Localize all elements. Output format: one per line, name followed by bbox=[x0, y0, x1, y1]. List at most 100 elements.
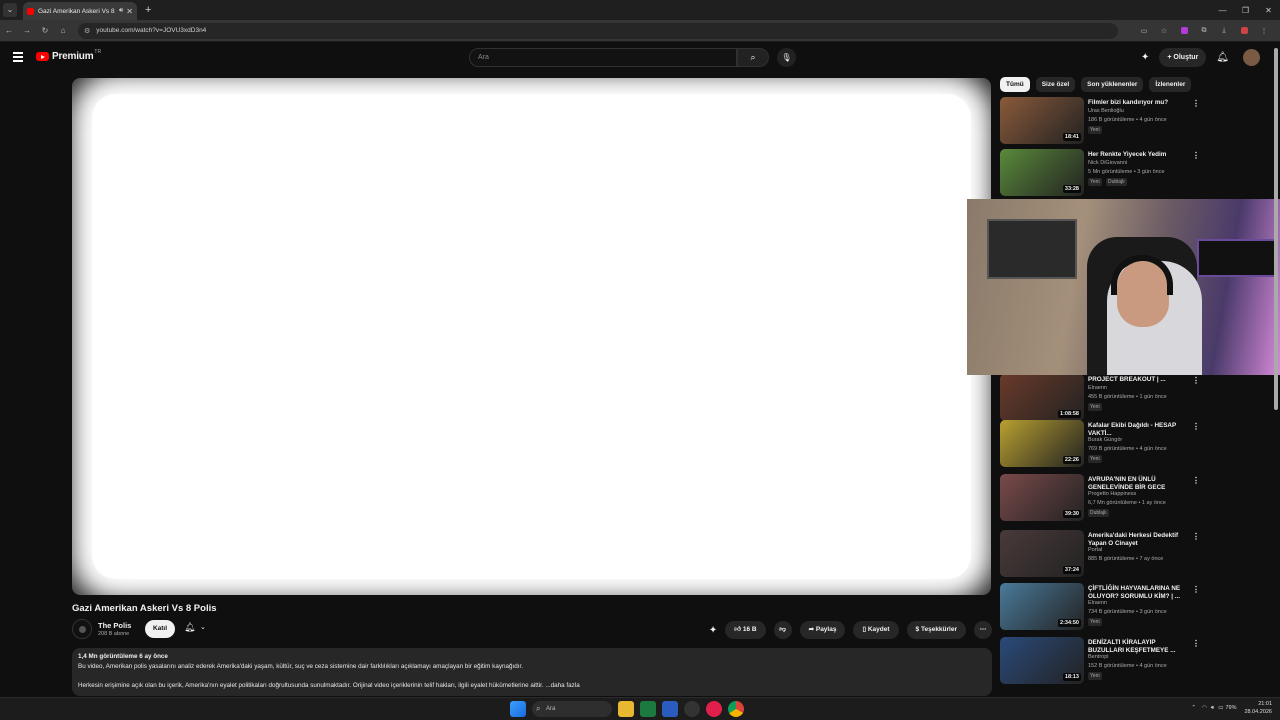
recommended-video[interactable]: 33:28 Her Renkte Yiyecek Yedim Nick DiGi… bbox=[1000, 149, 1200, 199]
cast-icon[interactable]: ▭ bbox=[1134, 27, 1154, 35]
channel-name[interactable]: Elraenn bbox=[1088, 385, 1107, 391]
more-options-icon[interactable]: ⋮ bbox=[1192, 476, 1200, 485]
channel-name[interactable]: Elraenn bbox=[1088, 600, 1107, 606]
video-title[interactable]: ÇİFTLİĞİN HAYVANLARINA NE OLUYOR? SORUML… bbox=[1088, 585, 1188, 601]
chip-watched[interactable]: İzlenenler bbox=[1149, 77, 1192, 92]
like-button[interactable]: 👍︎ 16 B bbox=[725, 621, 766, 639]
recommended-video[interactable]: 1:08:58 PROJECT BREAKOUT | ... Elraenn 4… bbox=[1000, 374, 1200, 424]
download-icon[interactable]: ⤓ bbox=[1214, 27, 1234, 35]
more-options-icon[interactable]: ⋮ bbox=[1192, 99, 1200, 108]
video-title[interactable]: Filmler bizi kandırıyor mu? bbox=[1088, 99, 1188, 107]
profile-icon[interactable] bbox=[1234, 26, 1254, 36]
close-tab-icon[interactable]: ✕ bbox=[126, 7, 133, 16]
recommended-video[interactable]: 22:26 Kafalar Ekibi Dağıldı - HESAP VAKT… bbox=[1000, 420, 1200, 470]
clock[interactable]: 21:01 28.04.2026 bbox=[1244, 700, 1272, 716]
chevron-down-icon[interactable]: ⌄ bbox=[200, 623, 206, 631]
youtube-premium-logo[interactable]: Premium TR bbox=[36, 49, 101, 62]
video-thumbnail[interactable]: 2:34:50 bbox=[1000, 583, 1084, 630]
wifi-icon[interactable]: ◠ bbox=[1202, 705, 1207, 711]
join-button[interactable]: Katıl bbox=[145, 620, 175, 638]
browser-tab[interactable]: Gazi Amerikan Askeri Vs 8 🔊︎ ✕ bbox=[23, 2, 137, 20]
menu-kebab-icon[interactable]: ⋮ bbox=[1254, 27, 1274, 35]
battery-icon[interactable]: ▭ bbox=[1218, 705, 1223, 711]
hamburger-menu-icon[interactable] bbox=[13, 52, 23, 64]
more-options-icon[interactable]: ⋮ bbox=[1192, 639, 1200, 648]
home-icon[interactable]: ⌂ bbox=[54, 26, 72, 35]
dislike-button[interactable]: 👎︎ bbox=[773, 621, 792, 639]
video-thumbnail[interactable]: 18:13 bbox=[1000, 637, 1084, 684]
video-thumbnail[interactable]: 37:24 bbox=[1000, 530, 1084, 577]
recommended-video[interactable]: 37:24 Amerika'daki Herkesi Dedektif Yapa… bbox=[1000, 530, 1200, 580]
create-button[interactable]: + Oluştur bbox=[1159, 48, 1207, 67]
channel-name[interactable]: Burak Güngör bbox=[1088, 437, 1122, 443]
video-thumbnail[interactable]: 1:08:58 bbox=[1000, 374, 1084, 421]
video-thumbnail[interactable]: 33:28 bbox=[1000, 149, 1084, 196]
recommended-video[interactable]: 39:30 AVRUPA'NIN EN ÜNLÜ GENELEVİNDE BİR… bbox=[1000, 474, 1200, 524]
account-avatar[interactable] bbox=[1243, 49, 1260, 66]
share-button[interactable]: ➦ Paylaş bbox=[799, 621, 846, 639]
gemini-sparkle-icon[interactable]: ✦ bbox=[1141, 52, 1149, 63]
video-thumbnail[interactable]: 18:41 bbox=[1000, 97, 1084, 144]
video-title[interactable]: Amerika'daki Herkesi Dedektif Yapan O Ci… bbox=[1088, 532, 1188, 548]
minimize-icon[interactable]: — bbox=[1211, 6, 1234, 15]
video-title[interactable]: AVRUPA'NIN EN ÜNLÜ GENELEVİNDE BİR GECE bbox=[1088, 476, 1188, 492]
video-title[interactable]: PROJECT BREAKOUT | ... bbox=[1088, 376, 1188, 384]
site-info-icon[interactable]: ⚙ bbox=[84, 27, 90, 35]
thanks-button[interactable]: $ Teşekkürler bbox=[906, 621, 966, 639]
recommended-video[interactable]: 2:34:50 ÇİFTLİĞİN HAYVANLARINA NE OLUYOR… bbox=[1000, 583, 1200, 633]
volume-icon[interactable]: 🔊︎ bbox=[1211, 705, 1214, 712]
bookmark-star-icon[interactable]: ☆ bbox=[1154, 27, 1174, 35]
tray-chevron-icon[interactable]: ⌃ bbox=[1191, 705, 1196, 711]
maximize-icon[interactable]: ❐ bbox=[1234, 6, 1257, 15]
subscription-bell-icon[interactable]: 🔔︎ bbox=[184, 622, 195, 633]
chip-recent[interactable]: Son yüklenenler bbox=[1081, 77, 1144, 92]
windows-start-icon[interactable] bbox=[510, 701, 526, 717]
voice-search-icon[interactable]: 🎙︎ bbox=[777, 48, 796, 67]
save-button[interactable]: ▯ Kaydet bbox=[853, 621, 899, 639]
more-options-icon[interactable]: ⋮ bbox=[1192, 376, 1200, 385]
chip-all[interactable]: Tümü bbox=[1000, 77, 1030, 92]
more-options-icon[interactable]: ⋮ bbox=[1192, 585, 1200, 594]
video-title[interactable]: Kafalar Ekibi Dağıldı - HESAP VAKTİ... bbox=[1088, 422, 1188, 438]
video-thumbnail[interactable]: 22:26 bbox=[1000, 420, 1084, 467]
channel-name[interactable]: Progetto Happiness bbox=[1088, 491, 1136, 497]
channel-avatar[interactable] bbox=[72, 619, 92, 639]
video-title[interactable]: DENİZALTI KİRALAYIP BUZULLARI KEŞFETMEYE… bbox=[1088, 639, 1188, 655]
channel-name[interactable]: Nick DiGiovanni bbox=[1088, 160, 1127, 166]
more-options-icon[interactable]: ⋮ bbox=[1192, 532, 1200, 541]
tab-search-icon[interactable]: ⌄ bbox=[3, 3, 17, 17]
extensions-puzzle-icon[interactable]: ⧉ bbox=[1194, 27, 1214, 35]
reload-icon[interactable]: ↻ bbox=[36, 26, 54, 35]
url-field[interactable]: ⚙ youtube.com/watch?v=JOVU3xdD3n4 bbox=[78, 22, 1118, 39]
forward-icon[interactable]: → bbox=[18, 26, 36, 35]
channel-name[interactable]: The Polis bbox=[98, 621, 131, 630]
search-button[interactable]: ⌕ bbox=[737, 48, 769, 67]
recommended-video[interactable]: 18:13 DENİZALTI KİRALAYIP BUZULLARI KEŞF… bbox=[1000, 637, 1200, 687]
new-tab-button[interactable]: + bbox=[145, 4, 151, 16]
excel-icon[interactable] bbox=[640, 701, 656, 717]
obs-icon[interactable] bbox=[684, 701, 700, 717]
channel-name[interactable]: Bentropi bbox=[1088, 654, 1109, 660]
video-thumbnail[interactable]: 39:30 bbox=[1000, 474, 1084, 521]
more-options-icon[interactable]: ⋮ bbox=[1192, 422, 1200, 431]
more-options-icon[interactable]: ⋮ bbox=[1192, 151, 1200, 160]
video-title[interactable]: Her Renkte Yiyecek Yedim bbox=[1088, 151, 1188, 159]
extension-icon[interactable] bbox=[1174, 26, 1194, 36]
page-scrollbar[interactable] bbox=[1274, 48, 1278, 410]
notifications-bell-icon[interactable]: 🔔︎ bbox=[1216, 52, 1229, 63]
description-box[interactable]: 1,4 Mn görüntüleme 6 ay önce Bu video, A… bbox=[72, 648, 992, 696]
chrome-icon[interactable] bbox=[728, 701, 744, 717]
chip-for-you[interactable]: Size özel bbox=[1035, 77, 1076, 92]
taskbar-search[interactable]: Ara bbox=[532, 701, 612, 717]
ask-sparkle-icon[interactable]: ✦ bbox=[709, 625, 717, 636]
media-app-icon[interactable] bbox=[706, 701, 722, 717]
channel-name[interactable]: Portal bbox=[1088, 547, 1102, 553]
back-icon[interactable]: ← bbox=[0, 26, 18, 35]
file-explorer-icon[interactable] bbox=[618, 701, 634, 717]
close-window-icon[interactable]: ✕ bbox=[1257, 6, 1280, 15]
word-icon[interactable] bbox=[662, 701, 678, 717]
video-player[interactable] bbox=[72, 78, 991, 595]
recommended-video[interactable]: 18:41 Filmler bizi kandırıyor mu? Uras B… bbox=[1000, 97, 1200, 147]
more-actions-icon[interactable]: ⋯ bbox=[974, 621, 992, 639]
speaker-icon[interactable]: 🔊︎ bbox=[119, 7, 123, 15]
